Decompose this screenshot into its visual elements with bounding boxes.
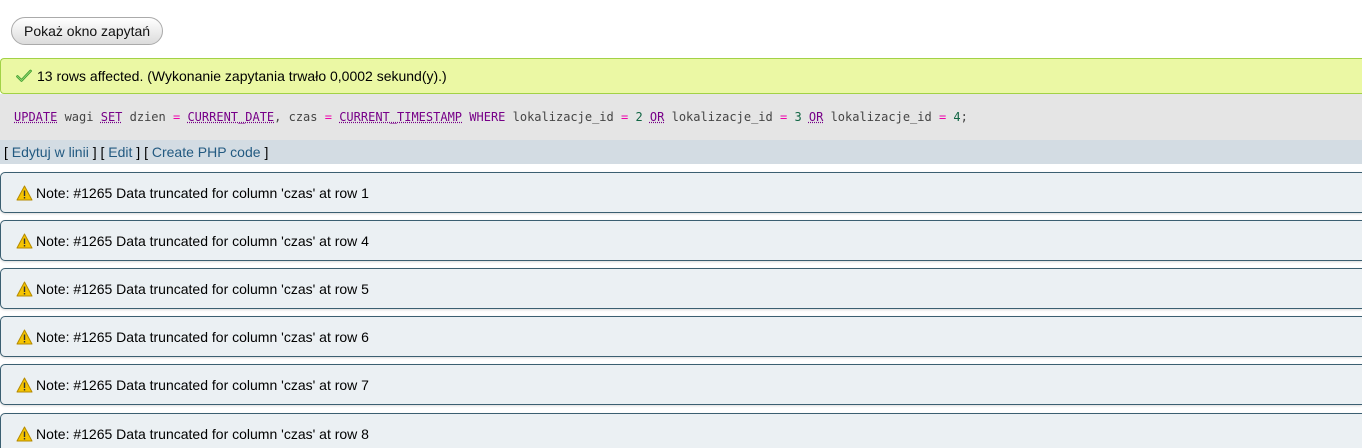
sql-token-ident — [946, 110, 953, 124]
success-message-text: 13 rows affected. (Wykonanie zapytania t… — [37, 68, 447, 84]
sql-token-kw: OR — [808, 110, 824, 124]
warning-note-text: Note: #1265 Data truncated for column 'c… — [36, 232, 369, 249]
sql-token-op: = — [172, 110, 181, 124]
sql-token-ident: lokalizacje_id — [664, 110, 780, 124]
warning-icon — [16, 377, 33, 392]
sql-token-ident: , czas — [274, 110, 325, 124]
sql-token-num: 4 — [953, 110, 961, 124]
warning-note-text: Note: #1265 Data truncated for column 'c… — [36, 425, 369, 442]
sql-query-display: UPDATE wagi SET dzien = CURRENT_DATE, cz… — [0, 94, 1362, 140]
sql-token-kw: CURRENT_DATE — [187, 110, 275, 124]
warning-note: Note: #1265 Data truncated for column 'c… — [0, 364, 1362, 405]
bracket-open: [ — [4, 144, 8, 160]
sql-token-ident: lokalizacje_id — [505, 110, 621, 124]
sql-token-ident — [628, 110, 635, 124]
warning-icon — [16, 233, 33, 248]
warning-note-text: Note: #1265 Data truncated for column 'c… — [36, 184, 369, 201]
sql-token-op: = — [779, 110, 788, 124]
warning-note-text: Note: #1265 Data truncated for column 'c… — [36, 376, 369, 393]
sql-token-op: = — [620, 110, 629, 124]
bracket-close: ] — [92, 144, 97, 160]
success-check-icon — [16, 69, 32, 82]
warning-note: Note: #1265 Data truncated for column 'c… — [0, 172, 1362, 213]
sql-token-ident — [462, 110, 469, 124]
warning-note-text: Note: #1265 Data truncated for column 'c… — [36, 328, 369, 345]
create-php-code-link[interactable]: Create PHP code — [152, 144, 261, 160]
sql-token-ident: dzien — [122, 110, 173, 124]
sql-token-ident — [332, 110, 339, 124]
sql-token-num: 3 — [794, 110, 802, 124]
sql-token-kw: WHERE — [469, 110, 506, 124]
sql-token-op: = — [324, 110, 332, 124]
sql-token-kw: UPDATE — [14, 110, 58, 124]
sql-token-kw: OR — [649, 110, 665, 124]
sql-token-kw: CURRENT_TIMESTAMP — [339, 110, 463, 124]
success-message: 13 rows affected. (Wykonanie zapytania t… — [0, 58, 1362, 94]
query-tools-bar: [ Edytuj w linii ] [ Edit ] [ Create PHP… — [0, 140, 1362, 164]
show-query-window-button[interactable]: Pokaż okno zapytań — [11, 17, 164, 45]
warning-icon — [16, 281, 33, 296]
bracket-close: ] — [136, 144, 141, 160]
query-result-page: Pokaż okno zapytań 13 rows affected. (Wy… — [0, 0, 1362, 448]
edit-inline-link[interactable]: Edytuj w linii — [12, 144, 89, 160]
warning-icon — [16, 426, 33, 441]
sql-token-op: = — [938, 110, 947, 124]
bracket-close: ] — [264, 144, 269, 160]
sql-token-ident: lokalizacje_id — [823, 110, 939, 124]
sql-token-ident — [643, 110, 650, 124]
warning-note: Note: #1265 Data truncated for column 'c… — [0, 220, 1362, 261]
bracket-open: [ — [100, 144, 105, 160]
sql-token-ident: wagi — [57, 110, 101, 124]
warning-icon — [16, 185, 33, 200]
warning-note: Note: #1265 Data truncated for column 'c… — [0, 316, 1362, 357]
warning-note-text: Note: #1265 Data truncated for column 'c… — [36, 280, 369, 297]
sql-token-num: 2 — [635, 110, 643, 124]
bracket-open: [ — [144, 144, 148, 160]
warning-note: Note: #1265 Data truncated for column 'c… — [0, 413, 1362, 448]
sql-token-ident — [802, 110, 809, 124]
edit-link[interactable]: Edit — [108, 144, 132, 160]
sql-token-kw: SET — [100, 110, 123, 124]
warning-note: Note: #1265 Data truncated for column 'c… — [0, 268, 1362, 309]
sql-token-ident: ; — [960, 110, 968, 124]
warning-icon — [16, 329, 33, 344]
sql-token-ident — [180, 110, 187, 124]
sql-token-ident — [787, 110, 794, 124]
